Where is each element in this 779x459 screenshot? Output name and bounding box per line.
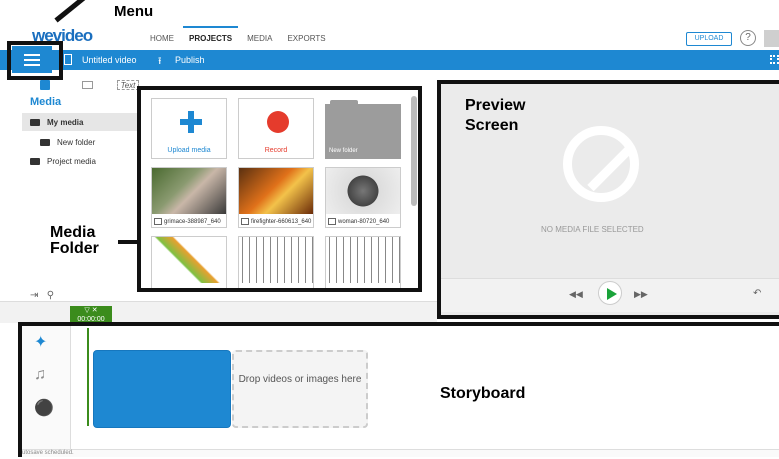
document-icon xyxy=(64,54,72,65)
magic-wand-icon[interactable]: ✦ xyxy=(34,332,47,352)
media-folder-annotation-arrow xyxy=(118,240,138,244)
media-folder-annotation-label: Media Folder xyxy=(50,225,99,257)
menu-annotation-label: Menu xyxy=(114,3,154,20)
thumbnail-image xyxy=(326,168,400,214)
media-thumbnail[interactable] xyxy=(325,236,401,288)
drop-zone-text: Drop videos or images here xyxy=(238,374,362,385)
nav-home[interactable]: HOME xyxy=(150,34,174,44)
upload-media-tile[interactable]: Upload media xyxy=(151,98,227,159)
video-title[interactable]: Untitled video xyxy=(82,55,137,65)
media-scrollbar[interactable] xyxy=(411,96,417,206)
thumbnail-image xyxy=(239,168,313,214)
no-media-slash xyxy=(587,143,635,192)
preview-annotation-label: Preview Screen xyxy=(465,96,585,136)
import-icon[interactable]: ⇥ xyxy=(30,290,38,301)
record-icon xyxy=(267,111,289,133)
storyboard-track-tools: ✦ ♫ ⚫ xyxy=(22,326,71,449)
transitions-tab-icon[interactable] xyxy=(82,81,93,89)
nav-media[interactable]: MEDIA xyxy=(247,34,272,44)
thumbnail-image xyxy=(326,237,400,283)
sidebar-item-label: Project media xyxy=(47,156,96,166)
folder-tab xyxy=(330,100,358,106)
text-tab-icon[interactable]: Text xyxy=(117,80,139,90)
music-note-icon[interactable]: ♫ xyxy=(34,366,46,384)
media-panel-title: Media xyxy=(30,96,62,108)
record-tile[interactable]: Record xyxy=(238,98,314,159)
media-folder-box: Upload media Record New folder grimace-3… xyxy=(137,86,422,292)
annotation-line: Screen xyxy=(465,117,519,134)
tile-label: Record xyxy=(264,147,288,154)
annotation-line: Media xyxy=(50,224,96,241)
sidebar-item-label: My media xyxy=(47,117,84,127)
search-icon[interactable]: ⚲ xyxy=(47,290,54,301)
preview-screen: Preview Screen NO MEDIA FILE SELECTED ◀◀… xyxy=(437,80,779,319)
upload-button[interactable]: UPLOAD xyxy=(686,32,732,46)
no-media-message: NO MEDIA FILE SELECTED xyxy=(541,225,644,234)
sidebar-item-my-media[interactable]: My media xyxy=(22,113,140,131)
microphone-icon[interactable]: ⚫ xyxy=(34,398,54,418)
storyboard: ✦ ♫ ⚫ Drop videos or images here Storybo… xyxy=(18,322,779,457)
thumbnail-image xyxy=(239,237,313,283)
help-icon[interactable]: ? xyxy=(740,30,756,46)
skip-forward-icon[interactable]: ▶▶ xyxy=(634,289,648,300)
menu-highlight-box xyxy=(7,41,63,80)
autosave-status: utosave scheduled. xyxy=(22,449,779,457)
folder-icon xyxy=(30,118,40,126)
tile-label: New folder xyxy=(329,148,358,154)
folder-icon xyxy=(40,138,50,146)
publish-icon: ⭱ xyxy=(158,56,162,67)
storyboard-annotation-label: Storyboard xyxy=(440,385,526,402)
media-tab-icon[interactable] xyxy=(40,80,50,90)
sidebar-item-new-folder[interactable]: New folder xyxy=(40,133,95,151)
thumbnail-caption: firefighter-660613_640 xyxy=(241,218,311,225)
media-thumbnail[interactable]: woman-80720_640 xyxy=(325,167,401,228)
drop-zone[interactable]: Drop videos or images here xyxy=(232,350,368,428)
playhead-line xyxy=(87,328,89,426)
avatar[interactable] xyxy=(764,30,779,47)
thumbnail-caption: grimace-388987_640 xyxy=(154,218,221,225)
nav-projects[interactable]: PROJECTS xyxy=(182,26,239,44)
media-panel-toolbar: ⇥ ⚲ xyxy=(30,290,54,301)
fullscreen-icon[interactable] xyxy=(770,55,779,64)
sidebar-item-project-media[interactable]: Project media xyxy=(22,152,96,170)
thumbnail-caption: woman-80720_640 xyxy=(328,218,389,225)
new-folder-tile[interactable]: New folder xyxy=(325,100,401,159)
plus-icon xyxy=(180,111,202,133)
app-root: wevideo HOME PROJECTS MEDIA EXPORTS UPLO… xyxy=(0,0,779,459)
annotation-line: Folder xyxy=(50,240,99,257)
tile-label: Upload media xyxy=(167,147,211,154)
media-thumbnail[interactable]: grimace-388987_640 xyxy=(151,167,227,228)
media-thumbnail[interactable] xyxy=(151,236,227,288)
annotation-line: Preview xyxy=(465,97,526,114)
timeline-ruler[interactable] xyxy=(0,301,437,323)
storyboard-clip[interactable] xyxy=(93,350,231,428)
media-panel-tabs: Text xyxy=(22,78,139,94)
no-media-icon xyxy=(563,126,639,202)
thumbnail-image xyxy=(152,168,226,214)
nav-links: HOME PROJECTS MEDIA EXPORTS xyxy=(150,26,341,44)
skip-back-icon[interactable]: ◀◀ xyxy=(569,289,583,300)
nav-exports[interactable]: EXPORTS xyxy=(287,34,325,44)
play-button[interactable] xyxy=(598,281,622,305)
playback-controls: ◀◀ ▶▶ ↶ xyxy=(441,278,779,312)
editor-toolbar: Untitled video ⭱ Publish xyxy=(0,50,779,70)
media-thumbnail[interactable] xyxy=(238,236,314,288)
undo-icon[interactable]: ↶ xyxy=(753,288,761,299)
folder-icon xyxy=(30,157,40,165)
playhead-icon: ▽ ✕ xyxy=(84,307,98,314)
media-thumbnail[interactable]: firefighter-660613_640 xyxy=(238,167,314,228)
thumbnail-image xyxy=(152,237,226,283)
sidebar-item-label: New folder xyxy=(57,137,96,147)
publish-button[interactable]: Publish xyxy=(175,55,205,65)
